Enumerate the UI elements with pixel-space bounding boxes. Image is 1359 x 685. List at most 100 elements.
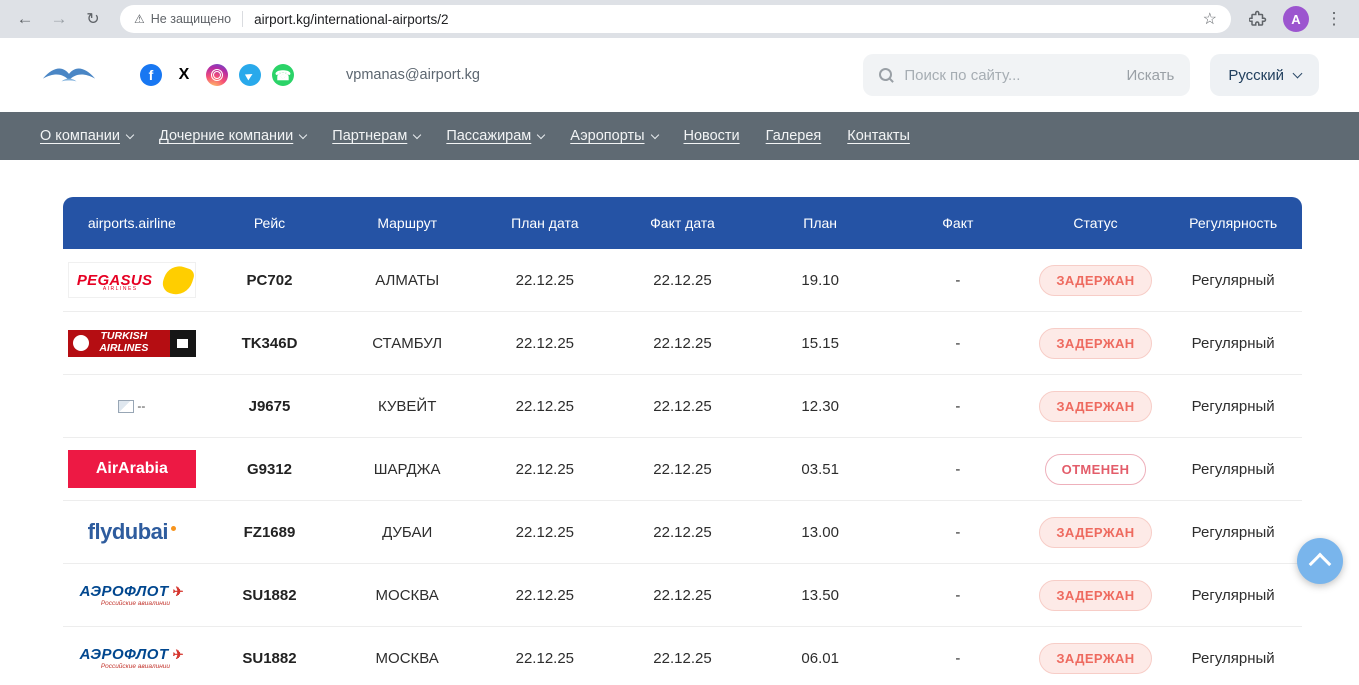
nav-item-label: Галерея bbox=[766, 128, 822, 144]
flight-number: SU1882 bbox=[201, 650, 339, 667]
regularity: Регулярный bbox=[1164, 272, 1302, 289]
nav-item-label: Пассажирам bbox=[446, 128, 531, 144]
plan-time: 15.15 bbox=[751, 335, 889, 352]
nav-item[interactable]: Новости bbox=[684, 128, 740, 144]
table-row: АЭРОФЛОТРоссийские авиалинии SU1882 МОСК… bbox=[63, 627, 1302, 685]
airline-logo: TURKISH AIRLINES bbox=[68, 330, 196, 357]
nav-item-label: Аэропорты bbox=[570, 128, 644, 144]
social-icons: fX ▸ ☎ bbox=[140, 64, 294, 86]
plan-time: 13.00 bbox=[751, 524, 889, 541]
search-button[interactable]: Искать bbox=[1126, 67, 1174, 84]
chevron-down-icon bbox=[299, 130, 307, 138]
whatsapp-icon[interactable]: ☎ bbox=[272, 64, 294, 86]
facebook-icon[interactable]: f bbox=[140, 64, 162, 86]
nav-item[interactable]: Аэропорты bbox=[570, 128, 657, 144]
telegram-icon[interactable]: ▸ bbox=[239, 64, 261, 86]
plan-time: 06.01 bbox=[751, 650, 889, 667]
airline-logo: PEGASUSAIRLINES bbox=[68, 262, 196, 298]
route: МОСКВА bbox=[338, 587, 476, 604]
status-cell: ЗАДЕРЖАН bbox=[1027, 643, 1165, 674]
status-cell: ОТМЕНЕН bbox=[1027, 454, 1165, 485]
scroll-to-top-button[interactable] bbox=[1297, 538, 1343, 584]
airline-logo: АЭРОФЛОТРоссийские авиалинии bbox=[80, 583, 184, 607]
chevron-down-icon bbox=[1293, 68, 1303, 78]
column-header: План дата bbox=[476, 215, 614, 231]
plan-date: 22.12.25 bbox=[476, 398, 614, 415]
instagram-icon[interactable] bbox=[206, 64, 228, 86]
table-row: AirArabia G9312 ШАРДЖА 22.12.25 22.12.25… bbox=[63, 438, 1302, 501]
nav-item[interactable]: Галерея bbox=[766, 128, 822, 144]
reload-icon[interactable] bbox=[78, 4, 108, 34]
nav-item-label: Контакты bbox=[847, 128, 910, 144]
flight-number: J9675 bbox=[201, 398, 339, 415]
nav-item[interactable]: Дочерние компании bbox=[159, 128, 306, 144]
fact-time: - bbox=[889, 272, 1027, 289]
route: ШАРДЖА bbox=[338, 461, 476, 478]
status-badge: ЗАДЕРЖАН bbox=[1039, 580, 1151, 611]
table-header-row: airports.airlineРейсМаршрутПлан датаФакт… bbox=[63, 197, 1302, 249]
column-header: Факт bbox=[889, 215, 1027, 231]
fact-date: 22.12.25 bbox=[614, 398, 752, 415]
airport-logo[interactable] bbox=[40, 59, 98, 92]
regularity: Регулярный bbox=[1164, 335, 1302, 352]
airline-logo-cell: TURKISH AIRLINES bbox=[63, 330, 201, 357]
plan-date: 22.12.25 bbox=[476, 587, 614, 604]
fact-date: 22.12.25 bbox=[614, 272, 752, 289]
fact-date: 22.12.25 bbox=[614, 650, 752, 667]
status-cell: ЗАДЕРЖАН bbox=[1027, 328, 1165, 359]
flight-number: TK346D bbox=[201, 335, 339, 352]
airline-logo: AirArabia bbox=[68, 450, 196, 488]
flight-number: SU1882 bbox=[201, 587, 339, 604]
airline-logo-cell: PEGASUSAIRLINES bbox=[63, 262, 201, 298]
language-selector[interactable]: Русский bbox=[1210, 54, 1319, 96]
column-header: Маршрут bbox=[338, 215, 476, 231]
plan-date: 22.12.25 bbox=[476, 461, 614, 478]
regularity: Регулярный bbox=[1164, 524, 1302, 541]
site-search: Искать bbox=[863, 54, 1190, 96]
forward-icon[interactable] bbox=[44, 4, 74, 34]
plan-date: 22.12.25 bbox=[476, 272, 614, 289]
status-badge: ЗАДЕРЖАН bbox=[1039, 328, 1151, 359]
table-row: -- J9675 КУВЕЙТ 22.12.25 22.12.25 12.30 … bbox=[63, 375, 1302, 438]
security-label: Не защищено bbox=[151, 12, 231, 26]
site-header: fX▸☎ vpmanas@airport.kg Искать Русский bbox=[0, 38, 1359, 112]
airline-logo-cell: АЭРОФЛОТРоссийские авиалинии bbox=[63, 646, 201, 670]
status-badge: ЗАДЕРЖАН bbox=[1039, 391, 1151, 422]
address-divider bbox=[242, 11, 243, 27]
column-header: Рейс bbox=[201, 215, 339, 231]
nav-item[interactable]: Пассажирам bbox=[446, 128, 544, 144]
status-badge: ЗАДЕРЖАН bbox=[1039, 643, 1151, 674]
bookmark-star-icon[interactable] bbox=[1203, 9, 1217, 29]
browser-profile-avatar[interactable]: A bbox=[1283, 6, 1309, 32]
search-input[interactable] bbox=[904, 67, 1074, 84]
x-icon[interactable]: X bbox=[173, 64, 195, 86]
back-icon[interactable] bbox=[10, 4, 40, 34]
nav-item[interactable]: Партнерам bbox=[332, 128, 420, 144]
fact-time: - bbox=[889, 398, 1027, 415]
route: КУВЕЙТ bbox=[338, 398, 476, 415]
status-badge: ЗАДЕРЖАН bbox=[1039, 265, 1151, 296]
nav-item-label: Партнерам bbox=[332, 128, 407, 144]
nav-item[interactable]: Контакты bbox=[847, 128, 910, 144]
chevron-down-icon bbox=[650, 130, 658, 138]
fact-time: - bbox=[889, 335, 1027, 352]
flights-table: airports.airlineРейсМаршрутПлан датаФакт… bbox=[63, 197, 1302, 685]
airline-logo-cell: -- bbox=[63, 399, 201, 413]
column-header: Статус bbox=[1027, 215, 1165, 231]
table-row: PEGASUSAIRLINES PC702 АЛМАТЫ 22.12.25 22… bbox=[63, 249, 1302, 312]
extensions-icon[interactable] bbox=[1243, 10, 1273, 28]
route: СТАМБУЛ bbox=[338, 335, 476, 352]
plan-time: 03.51 bbox=[751, 461, 889, 478]
plan-time: 19.10 bbox=[751, 272, 889, 289]
fact-date: 22.12.25 bbox=[614, 587, 752, 604]
nav-item[interactable]: О компании bbox=[40, 128, 133, 144]
flight-number: FZ1689 bbox=[201, 524, 339, 541]
address-bar[interactable]: Не защищено airport.kg/international-air… bbox=[120, 5, 1231, 33]
fact-time: - bbox=[889, 587, 1027, 604]
airline-logo-cell: flydubai bbox=[63, 519, 201, 545]
browser-menu-icon[interactable] bbox=[1319, 4, 1349, 34]
plan-date: 22.12.25 bbox=[476, 524, 614, 541]
route: АЛМАТЫ bbox=[338, 272, 476, 289]
chevron-down-icon bbox=[537, 130, 545, 138]
plan-date: 22.12.25 bbox=[476, 650, 614, 667]
